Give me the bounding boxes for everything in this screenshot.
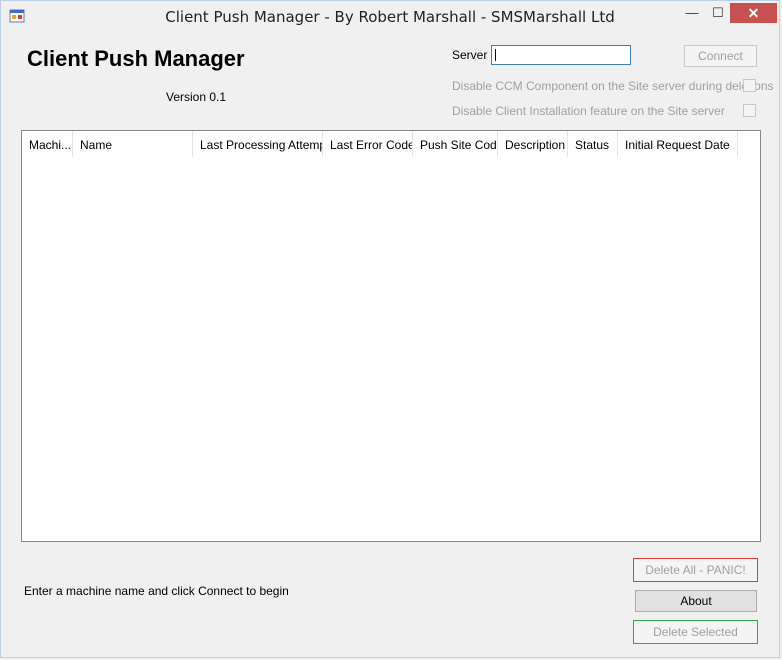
list-header: Machi... Name Last Processing Attempt La… [22,131,760,157]
title-bar[interactable]: Client Push Manager - By Robert Marshall… [1,1,779,31]
column-header-last-processing-attempt[interactable]: Last Processing Attempt [193,131,323,157]
version-label: Version 0.1 [166,90,227,104]
disable-ccm-checkbox[interactable] [743,79,756,92]
column-header-name[interactable]: Name [73,131,193,157]
main-window: Client Push Manager - By Robert Marshall… [0,0,780,658]
push-requests-list[interactable]: Machi... Name Last Processing Attempt La… [21,130,761,542]
delete-selected-button[interactable]: Delete Selected [633,620,758,644]
server-input[interactable] [491,45,631,65]
delete-all-button[interactable]: Delete All - PANIC! [633,558,758,582]
text-caret [495,49,496,61]
about-button[interactable]: About [635,590,757,612]
disable-ccm-label: Disable CCM Component on the Site server… [452,79,774,93]
column-header-status[interactable]: Status [568,131,618,157]
connect-button[interactable]: Connect [684,45,757,67]
disable-client-install-checkbox[interactable] [743,104,756,117]
column-header-push-site-code[interactable]: Push Site Code [413,131,498,157]
column-header-last-error-code[interactable]: Last Error Code [323,131,413,157]
column-header-initial-request-date[interactable]: Initial Request Date [618,131,738,157]
maximize-icon[interactable]: ☐ [705,3,731,23]
disable-client-install-label: Disable Client Installation feature on t… [452,104,725,118]
page-title: Client Push Manager [27,46,245,71]
minimize-icon[interactable]: — [679,3,705,23]
server-label: Server [452,48,488,62]
column-header-machine[interactable]: Machi... [22,131,73,157]
window-title: Client Push Manager - By Robert Marshall… [165,8,615,26]
close-icon[interactable]: ✕ [730,3,777,23]
column-header-description[interactable]: Description [498,131,568,157]
status-message: Enter a machine name and click Connect t… [24,584,289,598]
